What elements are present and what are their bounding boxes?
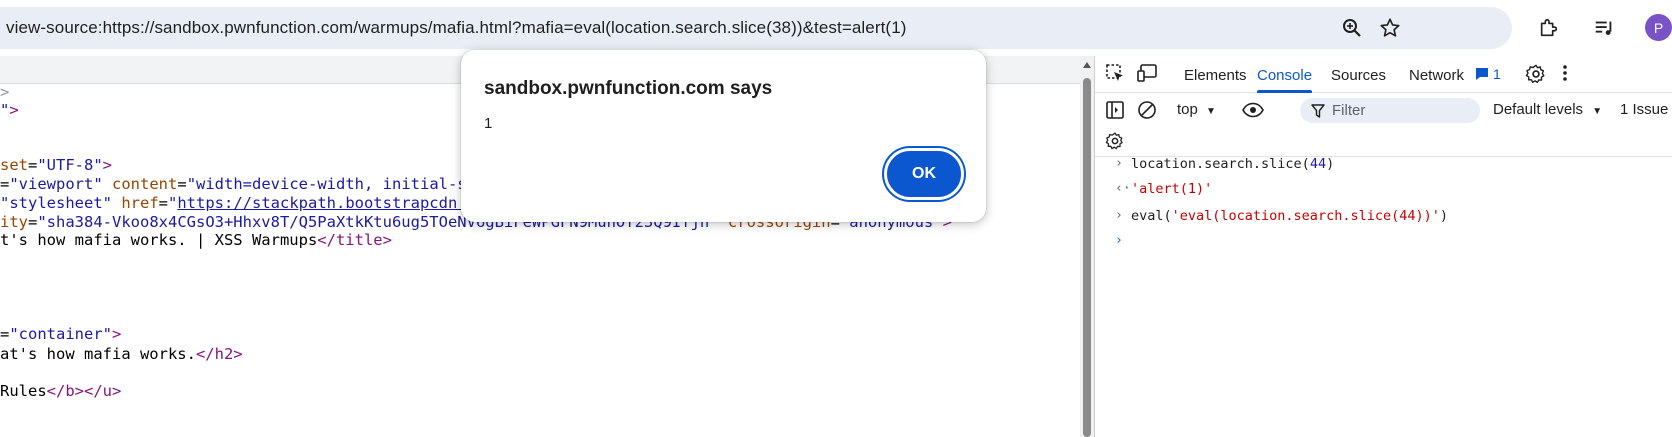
filter-icon	[1311, 104, 1325, 118]
zoom-icon[interactable]	[1340, 16, 1364, 40]
console-token: location.search.slice(	[1131, 156, 1310, 172]
source-token: "	[0, 101, 10, 119]
source-token: </b></u>	[46, 382, 122, 400]
source-line: t's how mafia works. | XSS Warmups</titl…	[0, 230, 392, 250]
browser-toolbar: view-source:https://sandbox.pwnfunction.…	[0, 0, 1672, 56]
console-token: 44	[1309, 156, 1327, 172]
console-text: location.search.slice(44)	[1131, 151, 1334, 177]
console-token: 'eval(location.search.slice(44))'	[1171, 208, 1440, 224]
clear-console-icon[interactable]	[1137, 100, 1157, 125]
source-token: ity	[0, 213, 28, 231]
settings-gear-icon[interactable]	[1525, 63, 1547, 90]
source-line: at's how mafia works.</h2>	[0, 344, 243, 364]
tab-console[interactable]: Console	[1257, 56, 1313, 93]
source-line: >	[0, 82, 9, 102]
source-token: "	[168, 194, 178, 212]
tab-sources[interactable]: Sources	[1331, 56, 1386, 93]
source-token: </h2>	[195, 345, 243, 363]
source-token: Rules	[0, 382, 47, 400]
console-output-line: ‹·'alert(1)'	[1095, 176, 1672, 202]
source-token: >	[9, 101, 19, 119]
issues-badge[interactable]: 1	[1475, 63, 1501, 85]
source-token: =	[0, 325, 10, 343]
context-dropdown-icon: ▼	[1206, 106, 1216, 117]
source-token: "stylesheet"	[0, 194, 112, 212]
source-scrollbar[interactable]	[1080, 56, 1094, 437]
prompt-chevron-icon: ›	[1115, 156, 1123, 171]
source-token: "UTF-8"	[37, 156, 103, 174]
source-token: =	[28, 213, 38, 231]
device-toolbar-icon[interactable]	[1137, 63, 1159, 88]
message-icon	[1476, 68, 1488, 80]
console-token: eval(	[1131, 208, 1172, 224]
scroll-thumb[interactable]	[1083, 78, 1091, 437]
source-line: "stylesheet" href="https://stackpath.boo…	[0, 193, 467, 213]
prompt-chevron-icon: ›	[1115, 233, 1123, 248]
console-input-line: › location.search.slice(44)	[1095, 151, 1672, 177]
context-selector[interactable]: top ▼	[1177, 100, 1216, 122]
sidebar-toggle-icon[interactable]	[1105, 100, 1125, 125]
address-bar[interactable]: view-source:https://sandbox.pwnfunction.…	[0, 7, 1512, 49]
filter-placeholder: Filter	[1332, 102, 1366, 119]
source-token: at's how mafia works.	[0, 345, 196, 363]
console-toolbar: top ▼ Filter Default levels ▼ 1 Issue	[1095, 93, 1672, 127]
issues-count: 1	[1493, 66, 1501, 82]
dialog-message: 1	[484, 115, 493, 132]
console-text: eval('eval(location.search.slice(44))')	[1131, 203, 1448, 229]
source-token: href	[121, 194, 159, 212]
source-token: >	[102, 156, 113, 174]
tab-network[interactable]: Network	[1409, 56, 1464, 93]
source-token	[112, 194, 121, 212]
source-token: >	[0, 83, 10, 101]
devtools-tab-bar: Elements Console Sources Network » 1	[1095, 56, 1672, 93]
console-token: )	[1326, 156, 1335, 172]
media-icon[interactable]	[1591, 15, 1617, 41]
source-token: </title>	[317, 231, 392, 249]
ok-button[interactable]: OK	[884, 148, 964, 200]
star-icon[interactable]	[1378, 16, 1402, 40]
source-token: "container"	[9, 325, 112, 343]
console-token: 'alert(1)'	[1131, 181, 1213, 197]
source-line: set="UTF-8">	[0, 155, 112, 175]
source-token: =	[0, 175, 10, 193]
more-options-icon[interactable]	[1563, 65, 1567, 81]
profile-avatar[interactable]: P	[1645, 14, 1672, 41]
tab-elements[interactable]: Elements	[1184, 56, 1247, 93]
source-token: =	[177, 175, 187, 193]
live-expression-eye-icon[interactable]	[1242, 102, 1264, 123]
scroll-up-arrow-icon[interactable]	[1083, 62, 1091, 68]
levels-dropdown-icon: ▼	[1592, 106, 1603, 117]
source-token: =	[28, 156, 38, 174]
console-text: 'alert(1)'	[1131, 176, 1212, 202]
source-line: ">	[0, 100, 19, 120]
inspect-element-icon[interactable]	[1105, 63, 1125, 88]
source-link[interactable]: https://stackpath.bootstrapcdn.	[177, 194, 466, 212]
extensions-icon[interactable]	[1536, 15, 1562, 41]
console-token: )	[1439, 208, 1448, 224]
devtools-panel: Elements Console Sources Network » 1 top…	[1094, 56, 1672, 437]
console-input-line: › eval('eval(location.search.slice(44))')	[1095, 203, 1672, 229]
source-line: ="viewport" content="width=device-width,…	[0, 174, 467, 194]
source-token: content	[112, 175, 178, 193]
source-token: "viewport"	[9, 175, 103, 193]
source-token: t's how mafia works. | XSS Warmups	[0, 231, 318, 249]
console-prompt-line[interactable]: ›	[1095, 228, 1672, 254]
result-arrow-icon: ‹·	[1115, 181, 1131, 196]
source-line: ="container">	[0, 324, 121, 344]
source-line: Rules</b></u>	[0, 381, 121, 401]
source-token	[103, 175, 112, 193]
dialog-title: sandbox.pwnfunction.com says	[484, 78, 773, 99]
alert-dialog: sandbox.pwnfunction.com says 1 OK	[461, 50, 986, 222]
source-token: =	[158, 194, 168, 212]
source-token: "width=device-width, initial-s	[186, 175, 467, 193]
issues-link[interactable]: 1 Issue	[1620, 100, 1668, 120]
prompt-chevron-icon: ›	[1115, 208, 1123, 223]
log-levels-selector[interactable]: Default levels ▼	[1493, 100, 1602, 122]
source-token: >	[112, 325, 122, 343]
console-filter-input[interactable]: Filter	[1300, 98, 1480, 123]
url-text[interactable]: view-source:https://sandbox.pwnfunction.…	[6, 7, 907, 49]
source-token: set	[0, 156, 28, 174]
